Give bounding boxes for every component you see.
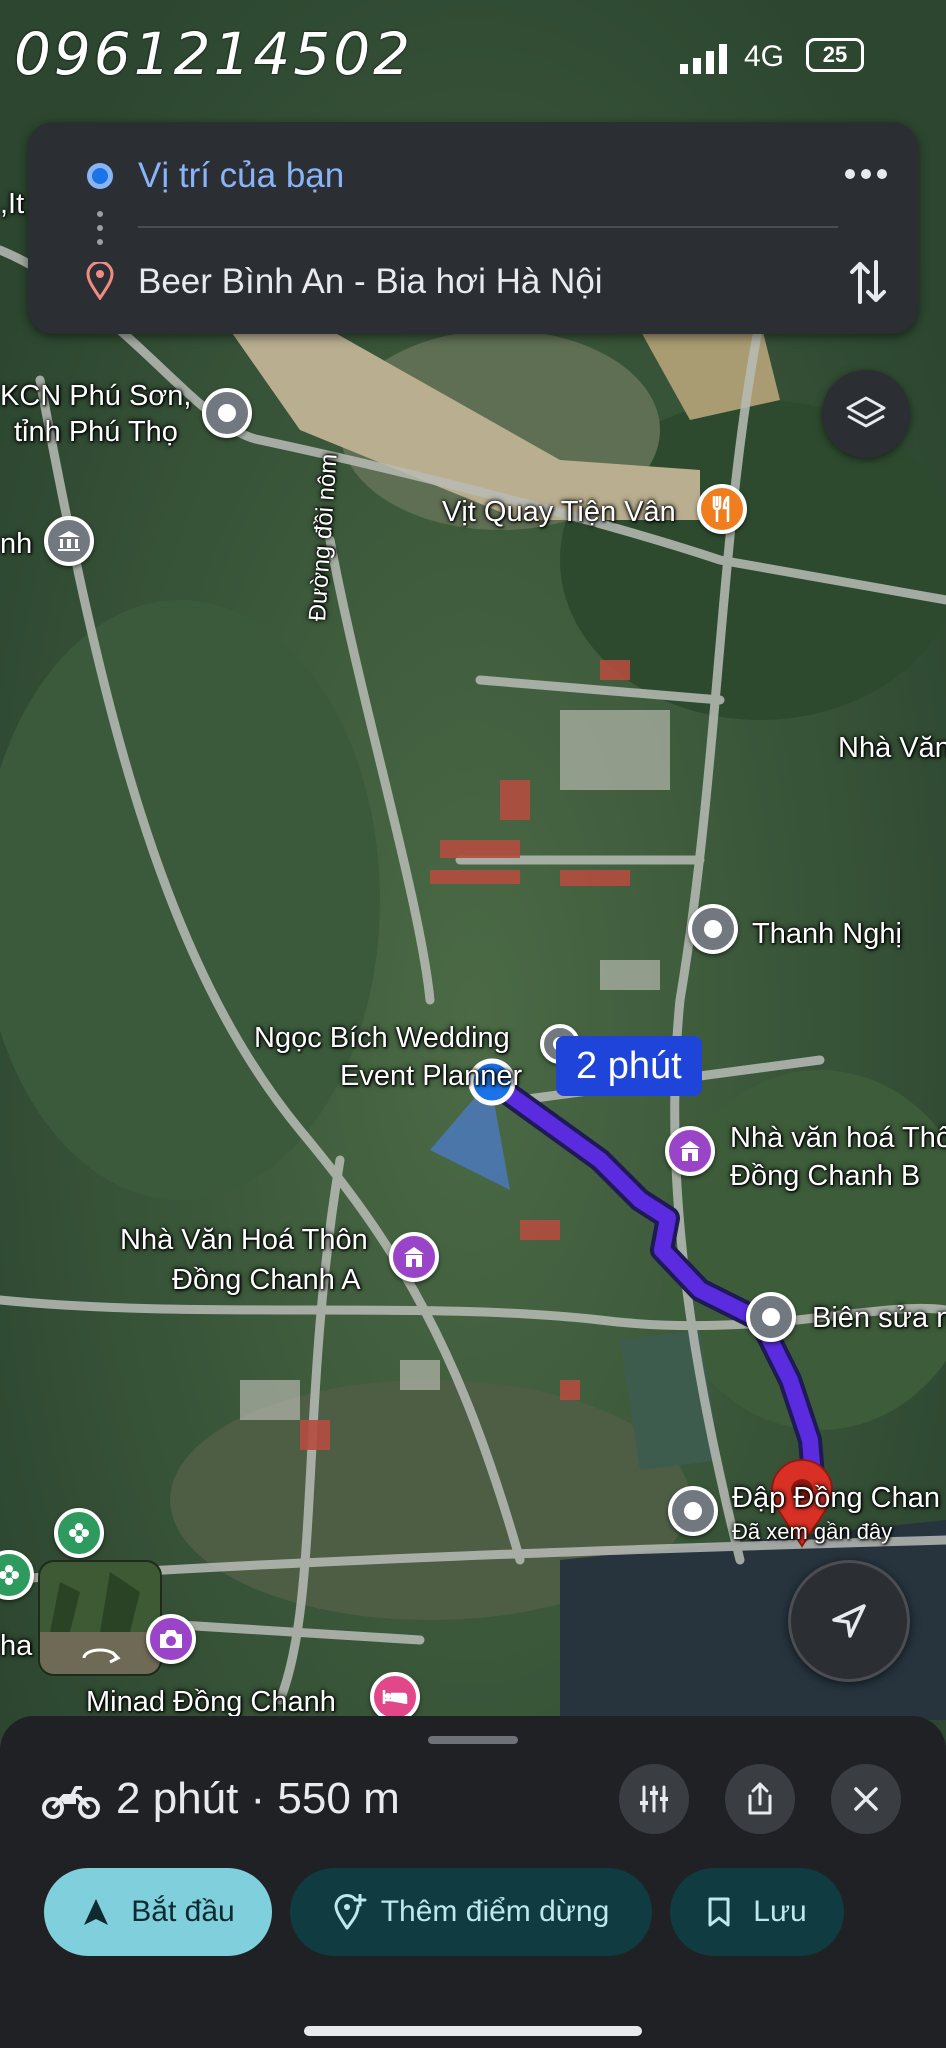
map-label[interactable]: Đập Đồng Chan (732, 1480, 940, 1516)
destination-text: Beer Bình An - Bia hơi Hà Nội (138, 262, 603, 301)
recenter-button[interactable] (788, 1560, 910, 1682)
map-label: nh (0, 528, 33, 560)
destination-pin-icon (86, 262, 114, 300)
map-label[interactable]: Đồng Chanh A (172, 1262, 361, 1298)
place-pin[interactable] (688, 904, 738, 954)
flower-icon (0, 1565, 19, 1585)
origin-dot-icon (87, 163, 113, 189)
building-icon (680, 1141, 700, 1161)
park-pin[interactable] (54, 1508, 104, 1558)
map-label: ,It (0, 188, 25, 220)
map-label[interactable]: KCN Phú Sơn, (0, 378, 192, 414)
bookmark-icon (708, 1897, 730, 1927)
layers-icon (846, 396, 886, 428)
museum-pin[interactable] (44, 516, 94, 566)
map-label[interactable]: Minad Đồng Chanh (86, 1684, 336, 1720)
more-options-icon[interactable] (844, 168, 888, 180)
close-button[interactable] (831, 1764, 901, 1834)
street-view-thumbnail[interactable] (38, 1560, 162, 1676)
map-sublabel: Đã xem gần đây (732, 1519, 893, 1544)
bed-icon (382, 1690, 408, 1704)
place-pin[interactable] (746, 1292, 796, 1342)
share-button[interactable] (725, 1764, 795, 1834)
map-label[interactable]: Nhà Văn (838, 730, 946, 766)
flower-icon (69, 1523, 89, 1543)
route-options-button[interactable] (619, 1764, 689, 1834)
start-label: Bắt đầu (131, 1895, 235, 1928)
building-icon (404, 1247, 424, 1267)
map-label[interactable]: tỉnh Phú Thọ (14, 414, 178, 450)
phone-number-watermark: 0961214502 (14, 20, 414, 88)
drag-handle[interactable] (428, 1736, 518, 1744)
add-location-icon (334, 1894, 367, 1930)
origin-text: Vị trí của bạn (138, 156, 345, 195)
museum-icon (58, 531, 80, 551)
map-label[interactable]: Thanh Nghị (752, 916, 902, 952)
map-label: ha (0, 1630, 33, 1662)
add-stop-button[interactable]: Thêm điểm dừng (290, 1868, 652, 1956)
sliders-icon (640, 1785, 668, 1813)
route-time-badge[interactable]: 2 phút (556, 1036, 702, 1096)
map-label[interactable]: Nhà Văn Hoá Thôn (120, 1222, 368, 1258)
fork-knife-icon (712, 496, 730, 522)
battery-icon: 25 (806, 38, 864, 72)
map-label[interactable]: Vịt Quay Tiện Vân (442, 494, 676, 530)
community-house-pin[interactable] (389, 1232, 439, 1282)
map-label[interactable]: Event Planner (340, 1058, 522, 1094)
street-view-image (40, 1562, 160, 1674)
add-stop-label: Thêm điểm dừng (380, 1895, 610, 1928)
camera-icon (160, 1630, 182, 1648)
home-indicator[interactable] (304, 2026, 642, 2036)
close-icon (854, 1787, 878, 1811)
swap-icon[interactable] (848, 258, 888, 306)
destination-row[interactable]: Beer Bình An - Bia hơi Hà Nội (28, 228, 918, 334)
navigate-arrow-icon (84, 1899, 109, 1925)
start-button[interactable]: Bắt đầu (44, 1868, 272, 1956)
motorbike-icon (42, 1786, 100, 1819)
route-summary: 2 phút · 550 m (116, 1774, 400, 1823)
save-button[interactable]: Lưu (670, 1868, 844, 1956)
map-label[interactable]: Đồng Chanh B (730, 1158, 920, 1194)
hotel-pin[interactable] (370, 1672, 420, 1722)
bottom-sheet: 2 phút · 550 m Bắt đầu Thêm điểm dừng Lư… (0, 1716, 946, 2048)
save-label: Lưu (753, 1895, 807, 1928)
place-pin[interactable] (202, 388, 252, 438)
network-type: 4G (744, 40, 785, 73)
battery-level: 25 (822, 42, 848, 67)
layers-button[interactable] (822, 370, 910, 458)
camera-pin[interactable] (146, 1614, 196, 1664)
share-icon (748, 1782, 772, 1815)
map-label[interactable]: Nhà văn hoá Thô (730, 1120, 946, 1156)
origin-row[interactable]: Vị trí của bạn (28, 122, 918, 228)
restaurant-pin[interactable] (697, 484, 747, 534)
directions-card: Vị trí của bạn Beer Bình An - Bia hơi Hà… (28, 122, 918, 334)
signal-icon (680, 44, 727, 74)
community-house-pin[interactable] (665, 1126, 715, 1176)
place-pin[interactable] (668, 1486, 718, 1536)
map-label[interactable]: Biên sửa n (812, 1300, 946, 1336)
navigation-arrow-icon (832, 1604, 866, 1638)
map-label[interactable]: Ngọc Bích Wedding (254, 1020, 510, 1056)
